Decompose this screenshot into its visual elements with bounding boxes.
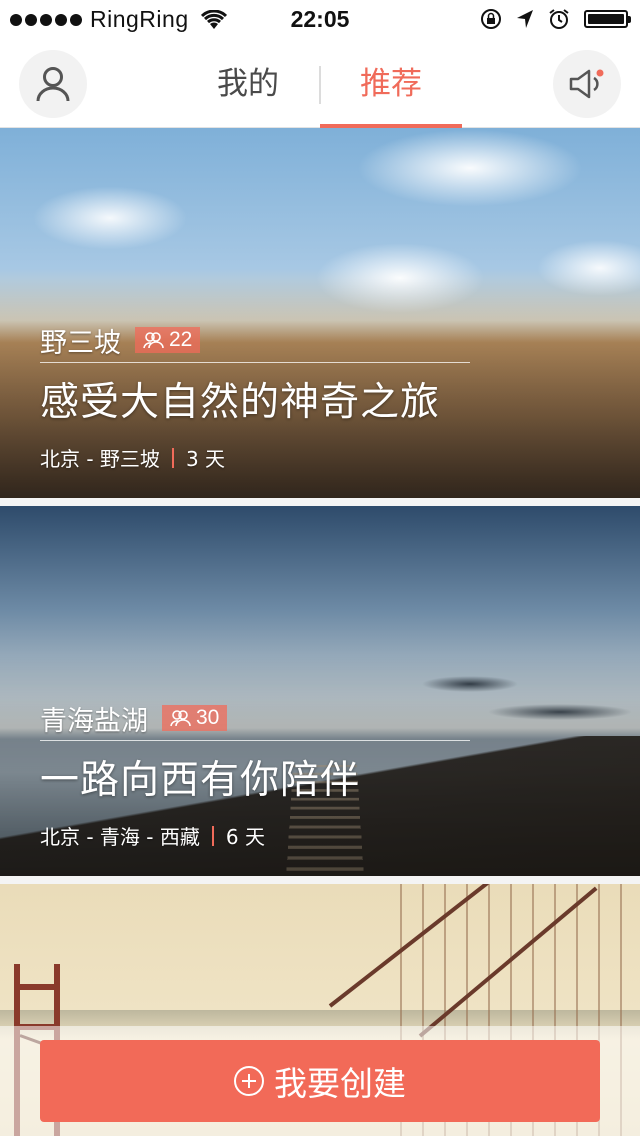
- trip-days: 3 天: [185, 447, 226, 471]
- people-icon: [170, 710, 191, 727]
- screen: RingRing 22:05 我的 推荐 野三坡 22 感受大自然的神奇之旅 北…: [0, 0, 640, 1136]
- create-button-label: 我要创建: [274, 1064, 406, 1103]
- tab-mine-label: 我的: [217, 66, 279, 102]
- rotation-lock-icon: [481, 9, 501, 29]
- route-row: 北京 - 野三坡 3 天: [40, 443, 470, 472]
- route-separator: [211, 825, 214, 846]
- people-icon: [143, 332, 164, 349]
- trip-card-info: 野三坡 22 感受大自然的神奇之旅 北京 - 野三坡 3 天: [40, 324, 470, 472]
- trip-days: 6 天: [225, 825, 265, 849]
- trip-place: 青海盐湖: [40, 705, 148, 737]
- tab-recommend-label: 推荐: [360, 66, 422, 102]
- card-divider: [40, 740, 470, 741]
- trip-card[interactable]: 青海盐湖 30 一路向西有你陪伴 北京 - 青海 - 西藏 6 天: [0, 506, 640, 876]
- participant-count: 30: [196, 706, 220, 729]
- battery-fill: [588, 14, 624, 24]
- nav-tabs: 我的 推荐: [0, 40, 640, 128]
- plus-circle-icon: [234, 1066, 264, 1096]
- trip-place: 野三坡: [40, 327, 121, 359]
- trip-card[interactable]: 野三坡 22 感受大自然的神奇之旅 北京 - 野三坡 3 天: [0, 128, 640, 498]
- participant-count: 22: [169, 328, 193, 351]
- notification-button[interactable]: [553, 50, 621, 118]
- place-row: 野三坡 22: [40, 324, 470, 359]
- status-right: [480, 8, 631, 30]
- battery-icon: [584, 10, 631, 28]
- place-row: 青海盐湖 30: [40, 702, 470, 737]
- card-gap: [0, 498, 640, 506]
- nav-bar: 我的 推荐: [0, 40, 640, 128]
- tab-mine[interactable]: 我的: [177, 40, 319, 128]
- speaker-icon: [569, 69, 604, 99]
- trip-route: 北京 - 青海 - 西藏: [40, 825, 200, 849]
- alarm-icon: [549, 9, 569, 29]
- trip-route: 北京 - 野三坡: [40, 447, 160, 471]
- trip-title: 感受大自然的神奇之旅: [40, 380, 441, 425]
- trip-card-info: 青海盐湖 30 一路向西有你陪伴 北京 - 青海 - 西藏 6 天: [40, 702, 470, 850]
- trip-title: 一路向西有你陪伴: [40, 758, 361, 803]
- participant-badge: 30: [162, 705, 228, 731]
- route-row: 北京 - 青海 - 西藏 6 天: [40, 821, 470, 850]
- tab-recommend[interactable]: 推荐: [320, 40, 462, 128]
- participant-badge: 22: [135, 327, 201, 353]
- card-divider: [40, 362, 470, 363]
- location-icon: [517, 10, 533, 28]
- status-bar: RingRing 22:05: [0, 0, 640, 40]
- create-trip-button[interactable]: 我要创建: [40, 1040, 600, 1122]
- route-separator: [171, 447, 174, 468]
- card-gap: [0, 876, 640, 884]
- notification-dot: [596, 69, 604, 77]
